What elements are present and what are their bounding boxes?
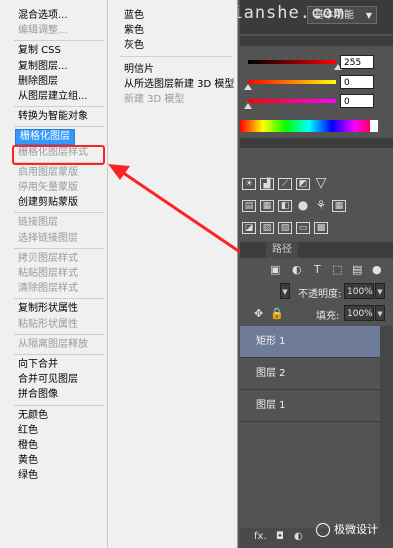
annotation-arrow	[108, 164, 241, 254]
arrow-shaft	[121, 170, 241, 254]
arrow-head	[108, 164, 130, 180]
